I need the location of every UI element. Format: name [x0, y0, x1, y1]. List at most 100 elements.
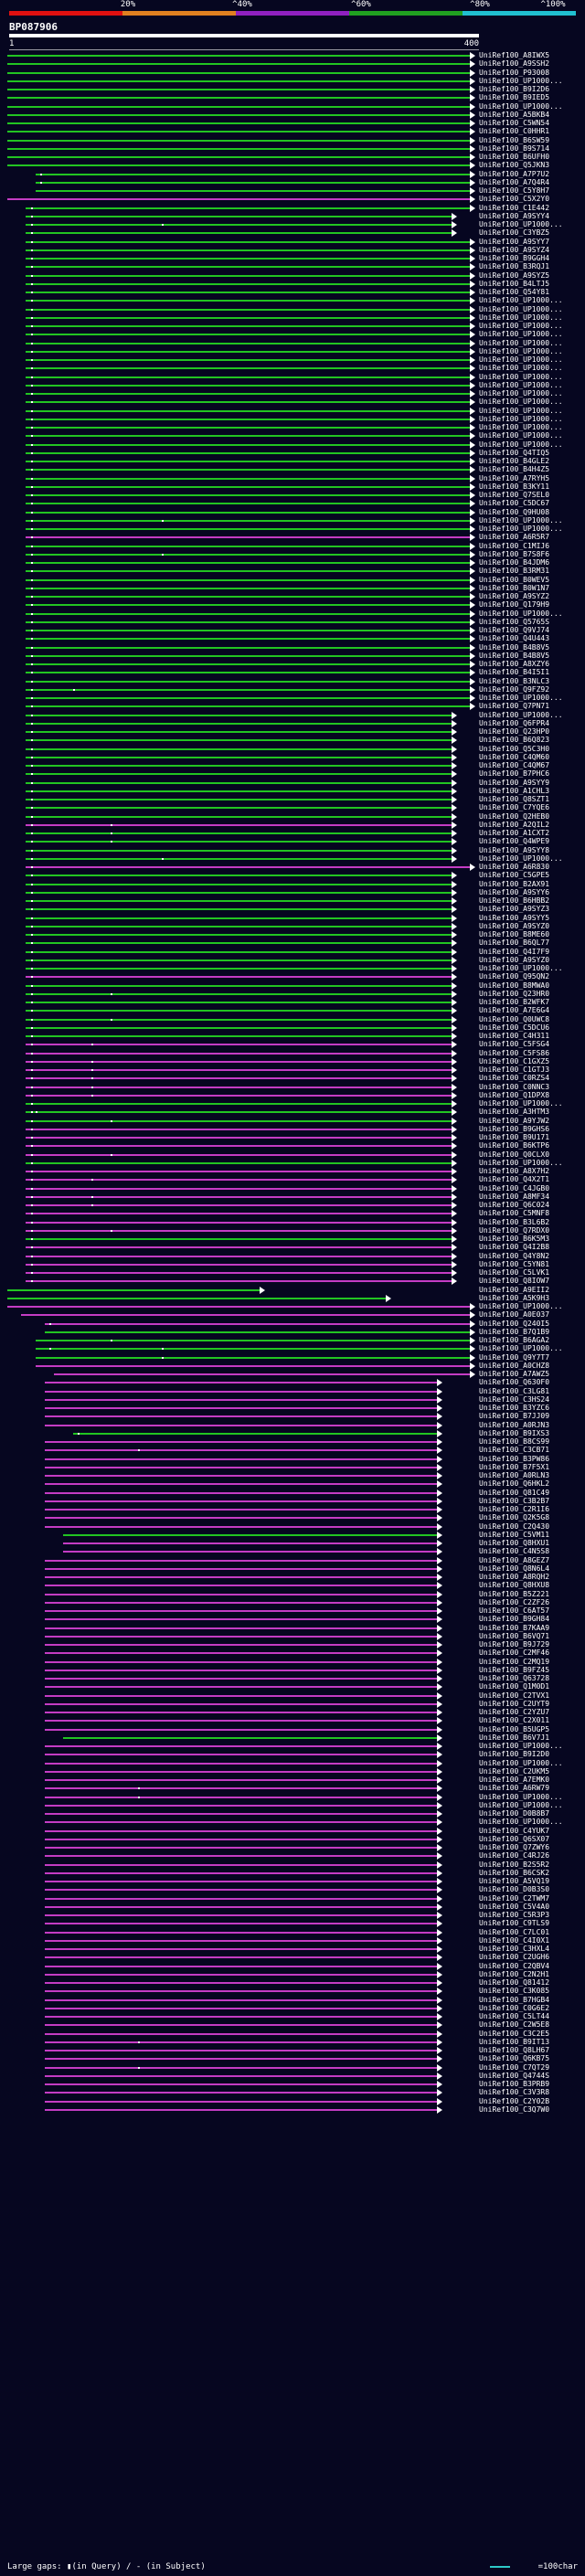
- hit-row[interactable]: UniRef100_C3Q7W0: [0, 2105, 585, 2115]
- hit-arrow-icon: [451, 1202, 457, 1209]
- hit-alignment-line: [26, 435, 471, 438]
- hit-list: UniRef100_A8IWX5 UniRef100_A9SSH2 UniRef10…: [0, 0, 585, 2576]
- hit-alignment-line: [44, 1635, 439, 1638]
- query-gap-marker: [30, 1086, 33, 1088]
- hit-arrow-icon: [470, 1362, 475, 1370]
- hit-arrow-icon: [437, 2081, 443, 2088]
- hit-arrow-icon: [470, 703, 475, 711]
- query-gap-marker: [30, 443, 33, 446]
- hit-arrow-icon: [437, 1522, 443, 1531]
- query-gap-marker: [30, 765, 33, 767]
- hit-arrow-icon: [470, 1328, 475, 1336]
- query-gap-marker: [161, 857, 164, 860]
- hit-alignment-line: [26, 528, 471, 530]
- hit-alignment-line: [26, 545, 471, 547]
- query-gap-marker: [30, 477, 33, 480]
- hit-arrow-icon: [437, 2004, 443, 2012]
- hit-alignment-line: [26, 401, 471, 404]
- query-gap-marker: [30, 1069, 33, 1071]
- hit-alignment-line: [44, 1449, 439, 1452]
- hit-alignment-line: [26, 596, 471, 598]
- hit-alignment-line: [26, 1060, 452, 1063]
- hit-alignment-line: [7, 1306, 471, 1308]
- hit-alignment-line: [44, 1500, 439, 1502]
- hit-alignment-line: [26, 654, 471, 657]
- hit-alignment-line: [7, 1288, 261, 1291]
- hit-alignment-line: [44, 2100, 439, 2103]
- hit-alignment-line: [44, 1559, 439, 1562]
- hit-alignment-line: [26, 731, 452, 733]
- hit-alignment-line: [44, 1475, 439, 1477]
- hit-arrow-icon: [451, 1269, 457, 1277]
- hit-arrow-icon: [470, 559, 475, 567]
- hit-label[interactable]: UniRef100_C3Q7W0: [479, 2105, 549, 2115]
- hit-alignment-line: [26, 815, 452, 818]
- hit-arrow-icon: [451, 1049, 457, 1057]
- query-gap-marker: [30, 325, 33, 327]
- hit-alignment-line: [26, 334, 471, 336]
- hit-arrow-icon: [451, 745, 457, 753]
- hit-arrow-icon: [470, 550, 475, 558]
- hit-alignment-line: [44, 1855, 439, 1858]
- hit-alignment-line: [44, 1973, 439, 1976]
- query-gap-marker: [30, 799, 33, 800]
- hit-alignment-line: [26, 1213, 452, 1215]
- hit-alignment-line: [44, 2083, 439, 2085]
- hit-alignment-line: [44, 1863, 439, 1866]
- hit-alignment-line: [26, 781, 452, 784]
- hit-arrow-icon: [437, 1480, 443, 1489]
- hit-arrow-icon: [437, 1700, 443, 1708]
- hit-arrow-icon: [470, 567, 475, 576]
- hit-arrow-icon: [451, 1057, 457, 1065]
- hit-alignment-line: [26, 883, 452, 885]
- hit-arrow-icon: [451, 1159, 457, 1167]
- hit-arrow-icon: [470, 313, 475, 322]
- query-gap-marker: [30, 553, 33, 556]
- hit-arrow-icon: [451, 719, 457, 727]
- hit-arrow-icon: [437, 1928, 443, 1936]
- hit-arrow-icon: [470, 111, 475, 119]
- query-gap-marker: [30, 1060, 33, 1063]
- hit-arrow-icon: [437, 1869, 443, 1877]
- hit-arrow-icon: [470, 178, 475, 186]
- hit-arrow-icon: [470, 1353, 475, 1362]
- hit-alignment-line: [26, 1026, 452, 1029]
- query-gap-marker: [30, 350, 33, 353]
- hit-alignment-line: [26, 1103, 452, 1105]
- hit-arrow-icon: [451, 737, 457, 745]
- hit-alignment-line: [44, 2092, 439, 2094]
- hit-alignment-line: [26, 536, 471, 539]
- query-gap-marker: [30, 1052, 33, 1055]
- query-gap-marker: [30, 1229, 33, 1232]
- hit-arrow-icon: [451, 1041, 457, 1049]
- hit-arrow-icon: [470, 432, 475, 440]
- hit-alignment-line: [26, 1187, 452, 1190]
- hit-arrow-icon: [437, 1725, 443, 1733]
- hit-arrow-icon: [451, 221, 457, 228]
- hit-arrow-icon: [451, 956, 457, 964]
- hit-alignment-line: [26, 1255, 452, 1257]
- hit-alignment-line: [26, 1221, 452, 1224]
- hit-alignment-line: [44, 1424, 439, 1426]
- hit-arrow-icon: [470, 373, 475, 381]
- hit-arrow-icon: [437, 2105, 443, 2114]
- query-gap-marker: [30, 562, 33, 564]
- hit-arrow-icon: [451, 1117, 457, 1125]
- query-gap-marker: [30, 823, 33, 826]
- hit-alignment-line: [26, 612, 471, 615]
- hit-arrow-icon: [437, 1489, 443, 1497]
- query-gap-marker: [30, 968, 33, 970]
- query-gap-marker: [30, 722, 33, 725]
- query-gap-marker: [110, 832, 112, 834]
- hit-alignment-line: [44, 1398, 439, 1401]
- hit-arrow-icon: [470, 500, 475, 508]
- hit-alignment-line: [26, 942, 452, 945]
- hit-arrow-icon: [470, 238, 475, 246]
- hit-alignment-line: [26, 443, 471, 446]
- hit-alignment-line: [54, 1373, 471, 1375]
- hit-arrow-icon: [437, 1844, 443, 1851]
- hit-alignment-line: [7, 105, 471, 108]
- query-gap-marker: [30, 705, 33, 708]
- hit-arrow-icon: [470, 356, 475, 364]
- hit-arrow-icon: [437, 2047, 443, 2054]
